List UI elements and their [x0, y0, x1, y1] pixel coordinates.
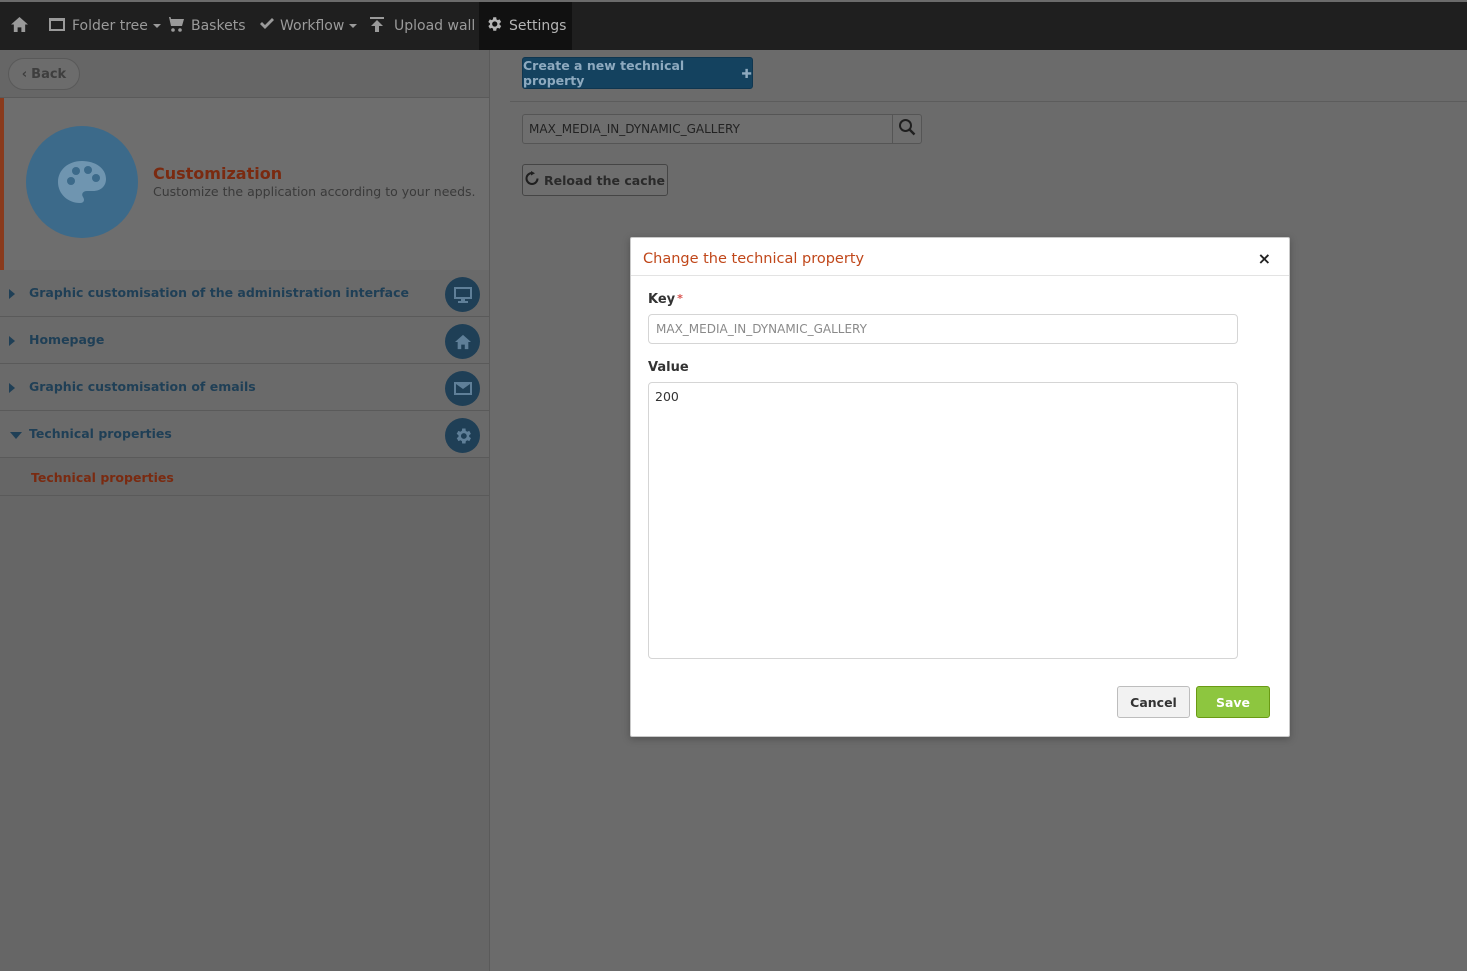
- caret-right-icon: [9, 336, 15, 346]
- cart-icon: [166, 16, 185, 37]
- chevron-down-icon: [152, 24, 161, 28]
- nav-home[interactable]: [10, 2, 29, 50]
- search-button[interactable]: [892, 115, 921, 143]
- check-icon: [259, 17, 275, 35]
- back-label: Back: [31, 66, 67, 82]
- reload-button-label: Reload the cache: [543, 172, 666, 188]
- customization-header: Customization Customize the application …: [0, 98, 489, 270]
- search-icon: [898, 118, 916, 140]
- edit-property-dialog: Change the technical property × Key* Val…: [630, 237, 1290, 737]
- refresh-icon: [525, 171, 544, 189]
- plus-icon: ✚: [741, 65, 752, 81]
- key-label-text: Key: [648, 292, 676, 307]
- back-button[interactable]: ‹ Back: [8, 58, 80, 90]
- sidebar-item-technical-properties[interactable]: Technical properties: [0, 411, 489, 458]
- dialog-header: Change the technical property ×: [631, 238, 1289, 276]
- cancel-button[interactable]: Cancel: [1117, 686, 1190, 718]
- sidebar-subitem-label: Technical properties: [31, 470, 174, 485]
- nav-folder-tree-label: Folder tree: [72, 18, 148, 34]
- mail-icon: [445, 371, 480, 406]
- search-input[interactable]: [523, 115, 893, 143]
- customization-title: Customization: [153, 164, 283, 183]
- value-field[interactable]: 200: [648, 382, 1238, 659]
- monitor-icon: [445, 277, 480, 312]
- back-row: ‹ Back: [0, 50, 489, 98]
- required-marker: *: [677, 292, 683, 305]
- top-navbar: Folder tree Baskets Workflow Upload wall…: [0, 2, 1467, 50]
- nav-folder-tree[interactable]: Folder tree: [48, 2, 161, 50]
- close-icon[interactable]: ×: [1258, 249, 1271, 268]
- home-icon: [10, 16, 29, 37]
- gear-icon: [445, 418, 480, 453]
- sidebar-item-admin-interface[interactable]: Graphic customisation of the administrat…: [0, 270, 489, 317]
- home-icon: [445, 324, 480, 359]
- nav-upload-wall[interactable]: Upload wall: [369, 2, 475, 50]
- chevron-left-icon: ‹: [21, 66, 28, 82]
- chevron-down-icon: [349, 24, 358, 28]
- key-label: Key *: [648, 292, 683, 307]
- divider: [510, 101, 1467, 102]
- nav-settings[interactable]: Settings: [479, 2, 573, 50]
- nav-upload-wall-label: Upload wall: [394, 18, 476, 34]
- nav-settings-label: Settings: [509, 18, 567, 34]
- sidebar-item-label: Graphic customisation of emails: [29, 379, 256, 394]
- left-sidebar: ‹ Back Customization Customize the appli…: [0, 50, 490, 971]
- nav-workflow-label: Workflow: [280, 18, 345, 34]
- key-field[interactable]: [648, 314, 1238, 344]
- nav-baskets[interactable]: Baskets: [166, 2, 245, 50]
- dialog-title: Change the technical property: [643, 251, 865, 267]
- save-button[interactable]: Save: [1196, 686, 1270, 718]
- caret-down-icon: [10, 432, 22, 439]
- create-technical-property-button[interactable]: Create a new technical property ✚: [522, 57, 753, 89]
- upload-icon: [369, 16, 385, 37]
- palette-icon: [26, 126, 138, 238]
- customization-subtitle: Customize the application according to y…: [153, 184, 476, 199]
- sidebar-item-label: Technical properties: [29, 426, 172, 441]
- sidebar-item-emails[interactable]: Graphic customisation of emails: [0, 364, 489, 411]
- sidebar-item-label: Homepage: [29, 332, 105, 347]
- sidebar-item-homepage[interactable]: Homepage: [0, 317, 489, 364]
- search-box: [522, 114, 922, 144]
- gear-icon: [485, 15, 503, 37]
- sidebar-subitem-technical-properties[interactable]: Technical properties: [0, 460, 489, 496]
- nav-baskets-label: Baskets: [191, 18, 246, 34]
- value-label: Value: [648, 360, 689, 375]
- create-button-label: Create a new technical property: [523, 58, 685, 88]
- caret-right-icon: [9, 383, 15, 393]
- caret-right-icon: [9, 289, 15, 299]
- nav-workflow[interactable]: Workflow: [259, 2, 358, 50]
- sidebar-item-label: Graphic customisation of the administrat…: [29, 285, 409, 300]
- reload-cache-button[interactable]: Reload the cache: [522, 164, 668, 196]
- folder-icon: [48, 17, 66, 36]
